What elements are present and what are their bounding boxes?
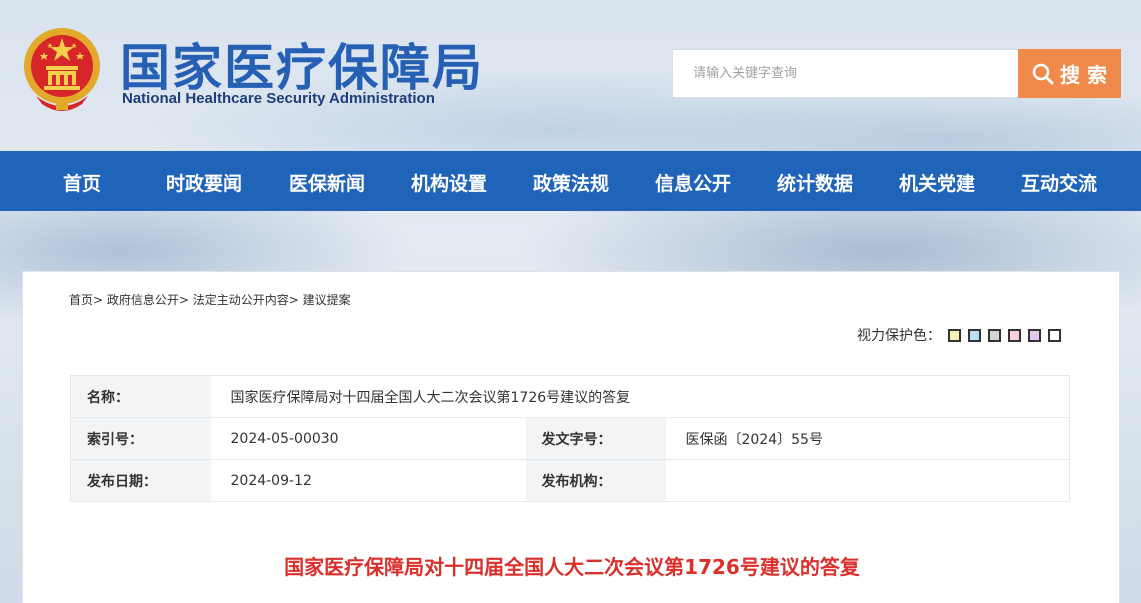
nav-item-healthcare-news[interactable]: 医保新闻: [289, 169, 365, 196]
vision-swatch-blue[interactable]: [968, 328, 981, 342]
meta-org-label: 发布机构：: [525, 459, 666, 502]
breadcrumb-active-disclosure[interactable]: 法定主动公开内容>: [193, 293, 299, 307]
meta-index-label: 索引号：: [70, 417, 211, 460]
nav-item-disclosure[interactable]: 信息公开: [655, 169, 731, 196]
content-panel: 首页> 政府信息公开> 法定主动公开内容> 建议提案 视力保护色： 名称： 国家…: [22, 271, 1120, 603]
meta-date-label: 发布日期：: [70, 459, 211, 502]
table-row: 发布日期： 2024-09-12 发布机构：: [70, 459, 1070, 502]
search-input[interactable]: [672, 49, 1019, 98]
national-emblem-icon: [24, 28, 100, 111]
meta-index-value: 2024-05-00030: [210, 417, 526, 460]
meta-date-value: 2024-09-12: [210, 459, 526, 502]
meta-docno-value: 医保函〔2024〕55号: [665, 417, 1070, 460]
document-title: 国家医疗保障局对十四届全国人大二次会议第1726号建议的答复: [284, 555, 860, 579]
vision-swatch-purple[interactable]: [1028, 328, 1041, 342]
table-row: 索引号： 2024-05-00030 发文字号： 医保函〔2024〕55号: [70, 417, 1070, 460]
site-header: 国家医疗保障局 National Healthcare Security Adm…: [0, 0, 1141, 151]
nav-item-statistics[interactable]: 统计数据: [777, 169, 853, 196]
meta-name-label: 名称：: [70, 375, 211, 418]
meta-name-value: 国家医疗保障局对十四届全国人大二次会议第1726号建议的答复: [210, 375, 1070, 418]
vision-swatch-gray[interactable]: [988, 328, 1001, 342]
nav-item-party[interactable]: 机关党建: [899, 169, 975, 196]
breadcrumb-gov-info[interactable]: 政府信息公开>: [107, 293, 189, 307]
vision-protection: 视力保护色：: [857, 325, 1061, 345]
vision-swatch-yellow[interactable]: [948, 328, 961, 342]
nav-item-interaction[interactable]: 互动交流: [1021, 169, 1097, 196]
vision-swatch-white[interactable]: [1048, 328, 1061, 342]
vision-protection-label: 视力保护色：: [857, 328, 941, 344]
breadcrumb-home[interactable]: 首页>: [69, 293, 103, 307]
nav-item-news[interactable]: 时政要闻: [166, 169, 242, 196]
meta-docno-label: 发文字号：: [525, 417, 666, 460]
search-icon: [1032, 63, 1054, 84]
breadcrumb-proposals[interactable]: 建议提案: [303, 293, 351, 307]
main-nav: 首页 时政要闻 医保新闻 机构设置 政策法规 信息公开 统计数据 机关党建 互动…: [0, 151, 1141, 211]
site-logo-subtitle: National Healthcare Security Administrat…: [122, 90, 435, 107]
nav-item-organization[interactable]: 机构设置: [411, 169, 487, 196]
nav-item-home[interactable]: 首页: [63, 169, 101, 196]
document-metadata-table: 名称： 国家医疗保障局对十四届全国人大二次会议第1726号建议的答复 索引号： …: [70, 375, 1070, 502]
table-row: 名称： 国家医疗保障局对十四届全国人大二次会议第1726号建议的答复: [70, 375, 1070, 418]
search-button[interactable]: 搜 索: [1018, 49, 1121, 98]
search-button-label: 搜 索: [1060, 63, 1107, 87]
meta-org-value: [665, 459, 1070, 502]
breadcrumb: 首页> 政府信息公开> 法定主动公开内容> 建议提案: [69, 291, 351, 308]
nav-item-policies[interactable]: 政策法规: [533, 169, 609, 196]
vision-swatch-pink[interactable]: [1008, 328, 1021, 342]
